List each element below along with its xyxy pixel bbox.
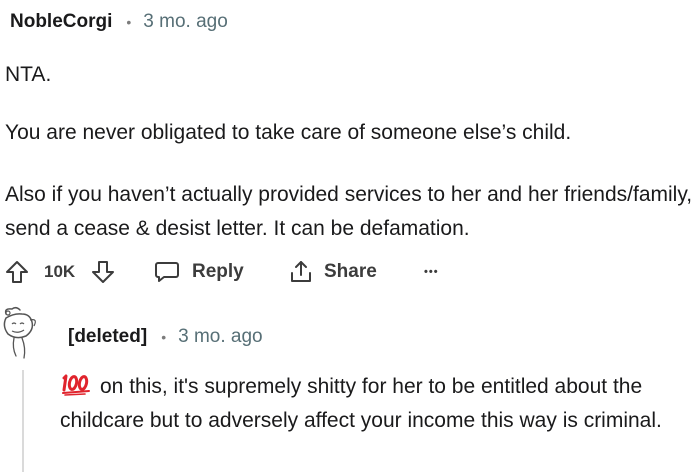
- comment-author[interactable]: NobleCorgi: [10, 11, 112, 33]
- downvote-button[interactable]: [90, 252, 116, 292]
- reply-timestamp[interactable]: 3 mo. ago: [178, 326, 263, 348]
- more-options-button[interactable]: •••: [424, 252, 439, 292]
- meta-separator: •: [126, 14, 132, 30]
- upvote-button[interactable]: [4, 252, 30, 292]
- comment-paragraph: You are never obligated to take care of …: [5, 121, 572, 144]
- meta-separator: •: [161, 329, 167, 345]
- speech-bubble-icon: [154, 260, 180, 284]
- arrow-down-outline-icon: [90, 259, 116, 285]
- deleted-user-avatar-icon[interactable]: [0, 304, 40, 362]
- comment-timestamp[interactable]: 3 mo. ago: [143, 11, 228, 33]
- reply-label: Reply: [192, 261, 244, 282]
- share-label: Share: [324, 261, 377, 282]
- comment-meta: NobleCorgi • 3 mo. ago: [10, 8, 228, 36]
- comment-paragraph: Also if you haven’t actually provided se…: [5, 183, 693, 240]
- arrow-up-outline-icon: [4, 259, 30, 285]
- share-upload-icon: [288, 259, 314, 285]
- reply-author: [deleted]: [68, 326, 148, 347]
- reply-text: on this, it's supremely shitty for her t…: [60, 370, 696, 438]
- thread-line[interactable]: [22, 370, 24, 472]
- share-button[interactable]: Share: [288, 252, 377, 292]
- more-options-icon: •••: [424, 266, 439, 278]
- vote-count: 10K: [44, 262, 76, 281]
- reply-comment: [deleted] • 3 mo. ago on this, it's supr…: [0, 298, 700, 472]
- reply-meta: [deleted] • 3 mo. ago: [68, 323, 263, 351]
- hundred-points-emoji-icon: [60, 373, 92, 396]
- comment-paragraph: NTA.: [5, 63, 52, 86]
- comment-action-bar: 10K Reply Share •••: [0, 252, 700, 292]
- reply-text-content: on this, it's supremely shitty for her t…: [60, 375, 662, 432]
- reply-button[interactable]: Reply: [154, 252, 244, 292]
